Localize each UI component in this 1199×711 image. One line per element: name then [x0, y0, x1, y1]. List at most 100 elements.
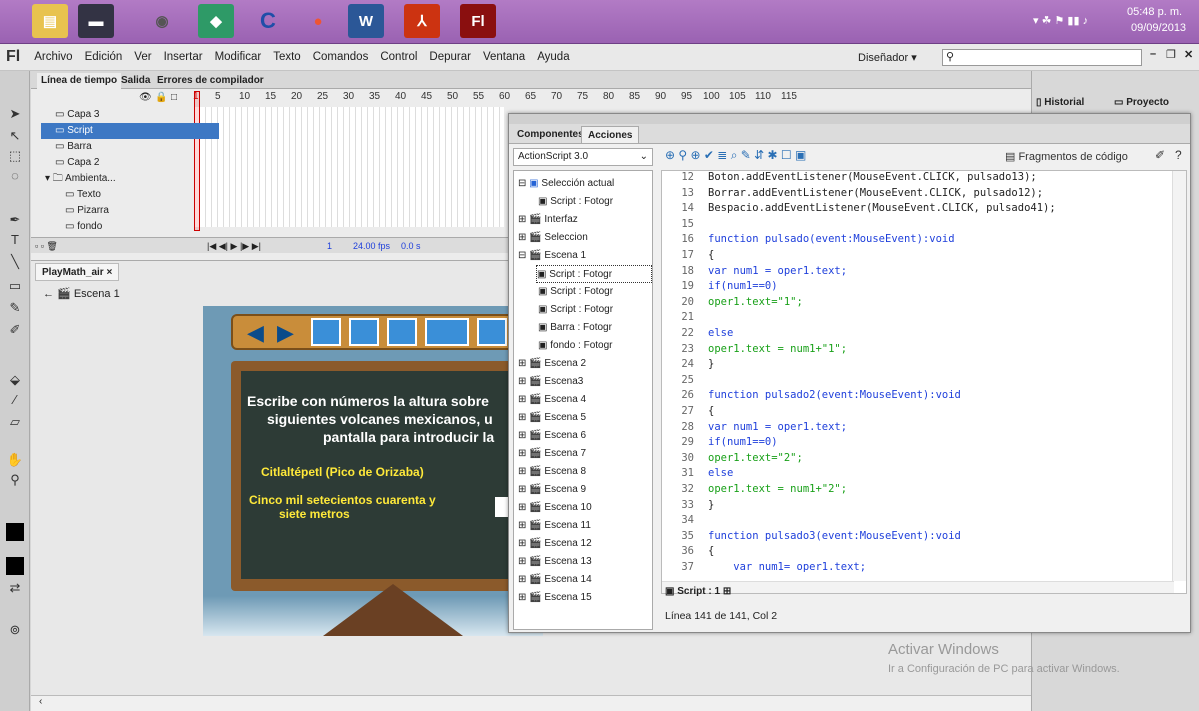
- left-arrow-icon[interactable]: ◀: [247, 320, 264, 346]
- menu-archivo[interactable]: Archivo: [28, 51, 78, 63]
- tree-item[interactable]: ▣ Script : Fotogr: [538, 193, 613, 211]
- menu-ver[interactable]: Ver: [128, 51, 157, 63]
- tree-item[interactable]: ⊞ 🎬 Escena 14: [518, 571, 592, 589]
- layer-row[interactable]: ▭ Texto: [41, 187, 219, 203]
- eraser-icon[interactable]: ▱: [6, 413, 24, 431]
- horizontal-scrollbar[interactable]: ‹: [31, 695, 1031, 711]
- tab-acciones[interactable]: Acciones: [581, 126, 640, 143]
- clock-date[interactable]: 09/09/2013: [1131, 22, 1186, 34]
- time-value[interactable]: 0.0 s: [401, 238, 421, 254]
- script-tab[interactable]: ▣ Script : 1 ⊞: [665, 586, 731, 597]
- sphere-app-icon[interactable]: ◉: [144, 4, 180, 38]
- flash-icon[interactable]: Fl: [460, 4, 496, 38]
- swap-colors-icon[interactable]: ⇄: [6, 579, 24, 597]
- back-arrow-icon[interactable]: ←: [43, 288, 57, 300]
- wand-icon[interactable]: ✐: [1155, 148, 1165, 162]
- word-icon[interactable]: W: [348, 4, 384, 38]
- tree-item[interactable]: ▣ Script : Fotogr: [536, 265, 652, 283]
- add-statement-icon[interactable]: ⊕: [665, 148, 678, 162]
- collapse-icon[interactable]: ⇵: [754, 148, 767, 162]
- tree-item[interactable]: ⊟ 🎬 Escena 1: [518, 247, 586, 265]
- layer-row[interactable]: ▭ Capa 2: [41, 155, 219, 171]
- tree-item[interactable]: ⊞ 🎬 Escena 7: [518, 445, 586, 463]
- hand-tool-icon[interactable]: ✋: [6, 451, 24, 469]
- pin-icon[interactable]: ⊞: [723, 586, 731, 597]
- paint-bucket-icon[interactable]: ⬙: [6, 371, 24, 389]
- eyedropper-icon[interactable]: ⁄: [6, 391, 24, 409]
- layer-row[interactable]: ▾ 🗀 Ambienta...: [41, 171, 219, 187]
- tree-item[interactable]: ⊞ 🎬 Interfaz: [518, 211, 578, 229]
- selection-tool-icon[interactable]: ➤: [6, 105, 24, 123]
- tree-item[interactable]: ⊞ 🎬 Escena 12: [518, 535, 592, 553]
- fps-value[interactable]: 24.00 fps: [353, 238, 390, 254]
- lasso-tool-icon[interactable]: ◌: [6, 167, 24, 185]
- menu-ventana[interactable]: Ventana: [477, 51, 531, 63]
- line-tool-icon[interactable]: ╲: [6, 253, 24, 271]
- tree-item[interactable]: ⊞ 🎬 Seleccion: [518, 229, 588, 247]
- search-input[interactable]: ⚲: [942, 49, 1142, 66]
- menu-depurar[interactable]: Depurar: [423, 51, 477, 63]
- right-arrow-icon[interactable]: ▶: [277, 320, 294, 346]
- clock-time[interactable]: 05:48 p. m.: [1127, 6, 1182, 18]
- close-button[interactable]: ✕: [1184, 48, 1193, 61]
- help-icon[interactable]: ?: [1175, 148, 1182, 162]
- tree-item[interactable]: ⊟ ▣ Selección actual: [518, 175, 614, 193]
- layer-row[interactable]: ▭ Script: [41, 123, 219, 139]
- pen-tool-icon[interactable]: ✒: [6, 211, 24, 229]
- acrobat-icon[interactable]: ⅄: [404, 4, 440, 38]
- tree-item[interactable]: ⊞ 🎬 Escena 10: [518, 499, 592, 517]
- subselection-tool-icon[interactable]: ↖: [6, 127, 24, 145]
- restore-button[interactable]: ❐: [1166, 48, 1176, 61]
- pencil-tool-icon[interactable]: ✎: [6, 299, 24, 317]
- show-toolbox-icon[interactable]: ▣: [795, 148, 806, 162]
- minimize-button[interactable]: –: [1150, 48, 1156, 60]
- tree-item[interactable]: ▣ Script : Fotogr: [538, 301, 613, 319]
- tree-item[interactable]: ⊞ 🎬 Escena 6: [518, 427, 586, 445]
- comment-icon[interactable]: ✱: [768, 148, 781, 162]
- menu-modificar[interactable]: Modificar: [209, 51, 268, 63]
- tree-item[interactable]: ⊞ 🎬 Escena 11: [518, 517, 591, 535]
- layer-row[interactable]: ▭ fondo: [41, 219, 219, 235]
- target-path-icon[interactable]: ⊕: [691, 148, 704, 162]
- chrome-icon[interactable]: ●: [300, 4, 336, 38]
- tree-item[interactable]: ▣ Barra : Fotogr: [538, 319, 612, 337]
- layer-row[interactable]: ▭ Barra: [41, 139, 219, 155]
- tree-item[interactable]: ⊞ 🎬 Escena 8: [518, 463, 586, 481]
- tree-item[interactable]: ⊞ 🎬 Escena 9: [518, 481, 586, 499]
- playback-controls[interactable]: |◀ ◀| ▶ |▶ ▶|: [207, 238, 261, 254]
- frame-grid[interactable]: [194, 107, 504, 227]
- language-select[interactable]: ActionScript 3.0 ⌄: [513, 148, 653, 166]
- workspace-dropdown[interactable]: Diseñador ▾: [858, 51, 917, 64]
- check-syntax-icon[interactable]: ✔: [704, 148, 717, 162]
- abacus-icon[interactable]: [311, 318, 341, 346]
- fraction-icon[interactable]: [425, 318, 469, 346]
- clipboard-icon[interactable]: [349, 318, 379, 346]
- debug-icon[interactable]: ✎: [741, 148, 754, 162]
- tree-item[interactable]: ▣ fondo : Fotogr: [538, 337, 613, 355]
- layer-row[interactable]: ▭ Pizarra: [41, 203, 219, 219]
- fill-color-swatch[interactable]: [6, 557, 24, 575]
- uncomment-icon[interactable]: ☐: [781, 148, 795, 162]
- menu-insertar[interactable]: Insertar: [158, 51, 209, 63]
- tree-item[interactable]: ▣ Script : Fotogr: [538, 283, 613, 301]
- tree-item[interactable]: ⊞ 🎬 Escena 4: [518, 391, 586, 409]
- snippets-button[interactable]: ▤ Fragmentos de código: [1005, 150, 1128, 163]
- transform-tool-icon[interactable]: ⬚: [6, 147, 24, 165]
- new-layer-icon[interactable]: ▫ ▫ 🗑: [35, 238, 58, 254]
- code-horizontal-scrollbar[interactable]: [662, 581, 1174, 593]
- text-tool-icon[interactable]: T: [6, 231, 24, 249]
- eye-icon[interactable]: 👁: [139, 92, 152, 103]
- scene-breadcrumb[interactable]: ← 🎬 Escena 1: [43, 287, 120, 300]
- menu-control[interactable]: Control: [374, 51, 423, 63]
- menu-edicion[interactable]: Edición: [79, 51, 129, 63]
- menu-ayuda[interactable]: Ayuda: [531, 51, 575, 63]
- snap-icon[interactable]: ⊚: [6, 621, 24, 639]
- vertical-scrollbar[interactable]: [1172, 171, 1186, 581]
- panel-drag-bar[interactable]: [509, 114, 1190, 124]
- triangle-ruler-icon[interactable]: [387, 318, 417, 346]
- ccleaner-icon[interactable]: C: [250, 4, 286, 38]
- lock-icon[interactable]: 🔒: [155, 92, 167, 103]
- document-tab[interactable]: PlayMath_air ×: [35, 263, 120, 281]
- outline-icon[interactable]: □: [171, 92, 177, 103]
- tree-item[interactable]: ⊞ 🎬 Escena 13: [518, 553, 592, 571]
